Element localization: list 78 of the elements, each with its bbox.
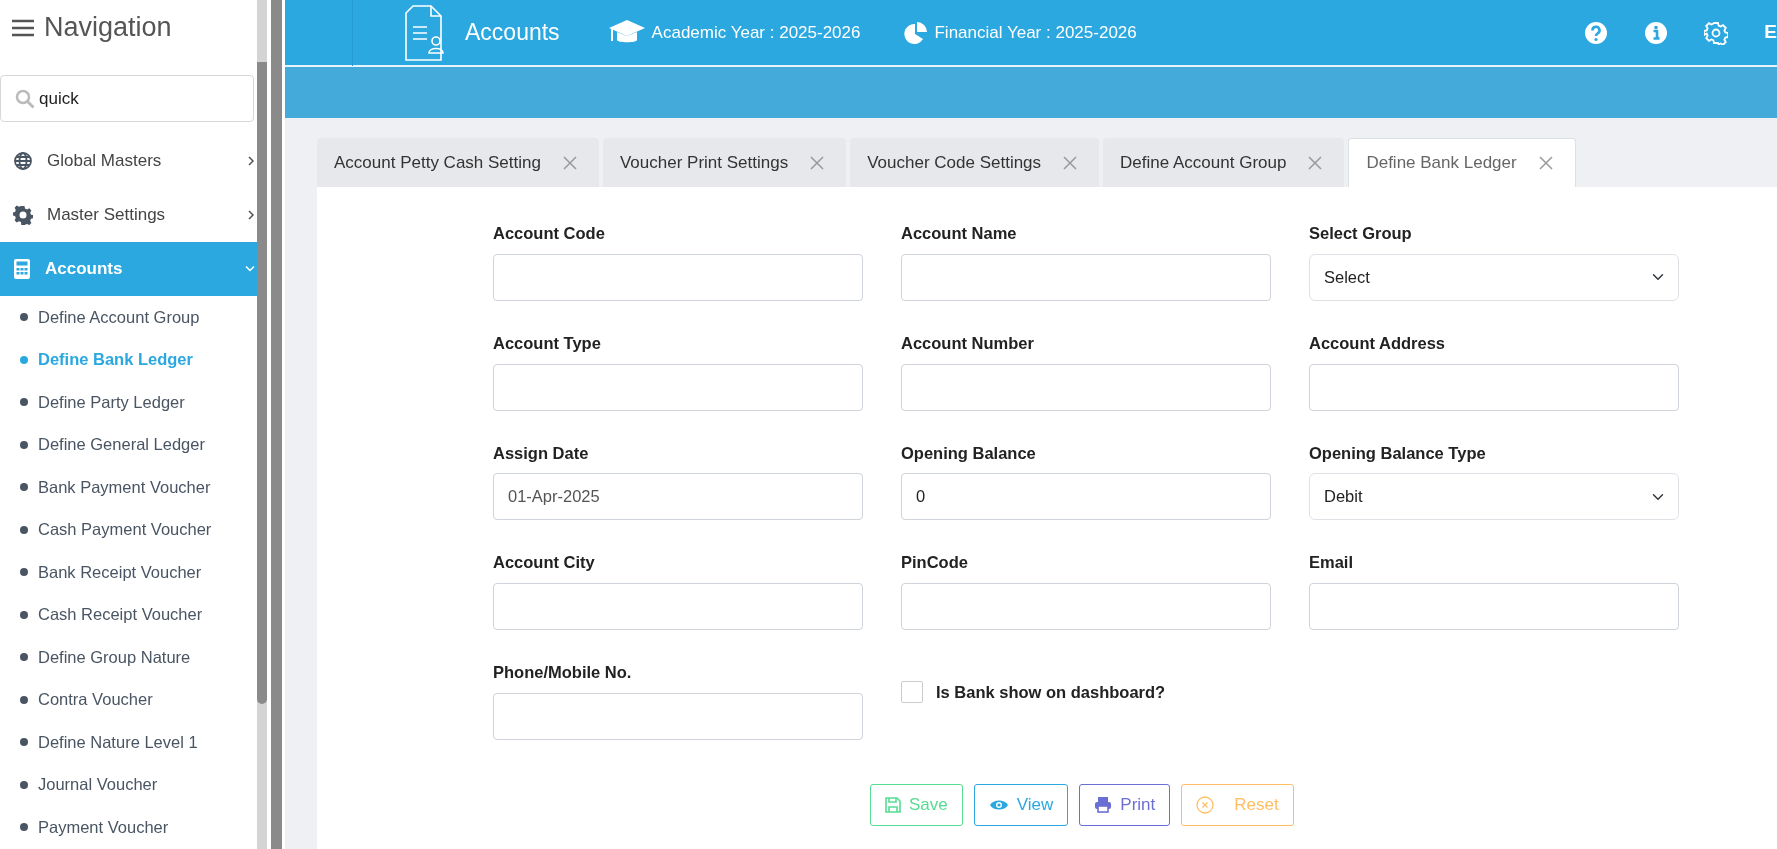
input-field[interactable]: 0: [901, 473, 1271, 521]
field-label: Account Address: [1309, 332, 1445, 354]
field-label: Select Group: [1309, 223, 1412, 244]
submenu-item[interactable]: Define Group Nature: [0, 636, 257, 679]
submenu-item[interactable]: Bank Receipt Voucher: [0, 551, 257, 594]
calculator-icon: [13, 258, 31, 280]
academic-year: Academic Year : 2025-2026: [651, 21, 861, 44]
resize-handle[interactable]: [270, 0, 282, 849]
input-field[interactable]: [493, 253, 863, 301]
sidebar-item[interactable]: Global Masters: [0, 134, 257, 188]
tab[interactable]: Voucher Code Settings: [850, 138, 1100, 187]
globe-icon: [13, 151, 33, 171]
field-label: Account Number: [901, 332, 1034, 354]
print-button[interactable]: Print: [1079, 783, 1171, 826]
field-label: Account Name: [901, 223, 1017, 244]
submenu-item[interactable]: Bank Payment Voucher: [0, 466, 257, 509]
chevron-right-icon: [248, 210, 255, 220]
submenu-item[interactable]: Define Nature Level 1: [0, 721, 257, 764]
module-title: Accounts: [465, 18, 560, 48]
input-field[interactable]: [901, 363, 1271, 411]
checkbox-label: Is Bank show on dashboard?: [936, 682, 1166, 703]
scrollbar[interactable]: [257, 0, 267, 849]
field-label: Email: [1309, 552, 1354, 574]
input-field[interactable]: [493, 363, 863, 411]
submenu-item[interactable]: Contra Voucher: [0, 678, 257, 721]
field-label: Account Type: [493, 332, 601, 354]
cancel-circle-icon: [1196, 795, 1215, 814]
submenu-item[interactable]: Define General Ledger: [0, 423, 257, 466]
checkbox[interactable]: [901, 681, 923, 704]
submenu-item[interactable]: Payment Voucher: [0, 806, 257, 849]
field-label: PinCode: [901, 552, 968, 574]
date-field[interactable]: 01-Apr-2025: [493, 473, 863, 521]
input-field[interactable]: [1309, 583, 1679, 630]
help-button[interactable]: [1584, 20, 1609, 45]
search-field[interactable]: quick: [0, 75, 254, 122]
close-icon[interactable]: [562, 155, 577, 170]
tab[interactable]: Define Account Group: [1103, 138, 1345, 187]
chevron-down-icon: [245, 265, 255, 273]
printer-icon: [1094, 796, 1113, 814]
input-field[interactable]: [901, 253, 1271, 301]
tab[interactable]: Voucher Print Settings: [602, 138, 847, 187]
chevron-right-icon: [248, 156, 255, 166]
info-button[interactable]: [1644, 20, 1669, 45]
search-icon: [15, 88, 35, 109]
submenu-item[interactable]: Journal Voucher: [0, 763, 257, 806]
settings-button[interactable]: [1704, 20, 1729, 45]
financial-year: Financial Year : 2025-2026: [934, 21, 1137, 44]
submenu-item[interactable]: Cash Receipt Voucher: [0, 593, 257, 636]
submenu-item[interactable]: Define Party Ledger: [0, 381, 257, 424]
close-icon[interactable]: [810, 155, 825, 170]
field-label: Account Code: [493, 223, 605, 244]
submenu-item[interactable]: Define Account Group: [0, 296, 257, 339]
floppy-disk-icon: [885, 796, 901, 813]
close-icon[interactable]: [1538, 156, 1553, 170]
field-label: Phone/Mobile No.: [493, 662, 632, 683]
menu-icon: [12, 18, 34, 37]
input-field[interactable]: [493, 692, 863, 740]
tab[interactable]: Define Bank Ledger: [1348, 138, 1576, 187]
field-label: Assign Date: [493, 442, 589, 464]
pie-chart-icon: [904, 20, 929, 45]
submenu-item[interactable]: Cash Payment Voucher: [0, 508, 257, 551]
tab[interactable]: Account Petty Cash Setting: [317, 138, 599, 187]
input-field[interactable]: [901, 583, 1271, 630]
field-label: Opening Balance Type: [1309, 442, 1486, 464]
info-icon: [1644, 20, 1669, 45]
select-field[interactable]: Debit: [1309, 473, 1679, 521]
close-icon[interactable]: [1308, 155, 1323, 170]
help-icon: [1584, 20, 1609, 45]
sidebar-item[interactable]: Master Settings: [0, 188, 257, 242]
close-icon[interactable]: [1063, 155, 1078, 170]
sidebar-title: Navigation: [44, 11, 172, 45]
field-label: Opening Balance: [901, 442, 1036, 464]
gear-icon: [13, 205, 33, 225]
field-label: Account City: [493, 552, 595, 574]
input-field[interactable]: [493, 583, 863, 630]
select-field[interactable]: Select: [1309, 253, 1679, 301]
settings-icon: [1704, 20, 1729, 45]
input-field[interactable]: [1309, 363, 1679, 411]
